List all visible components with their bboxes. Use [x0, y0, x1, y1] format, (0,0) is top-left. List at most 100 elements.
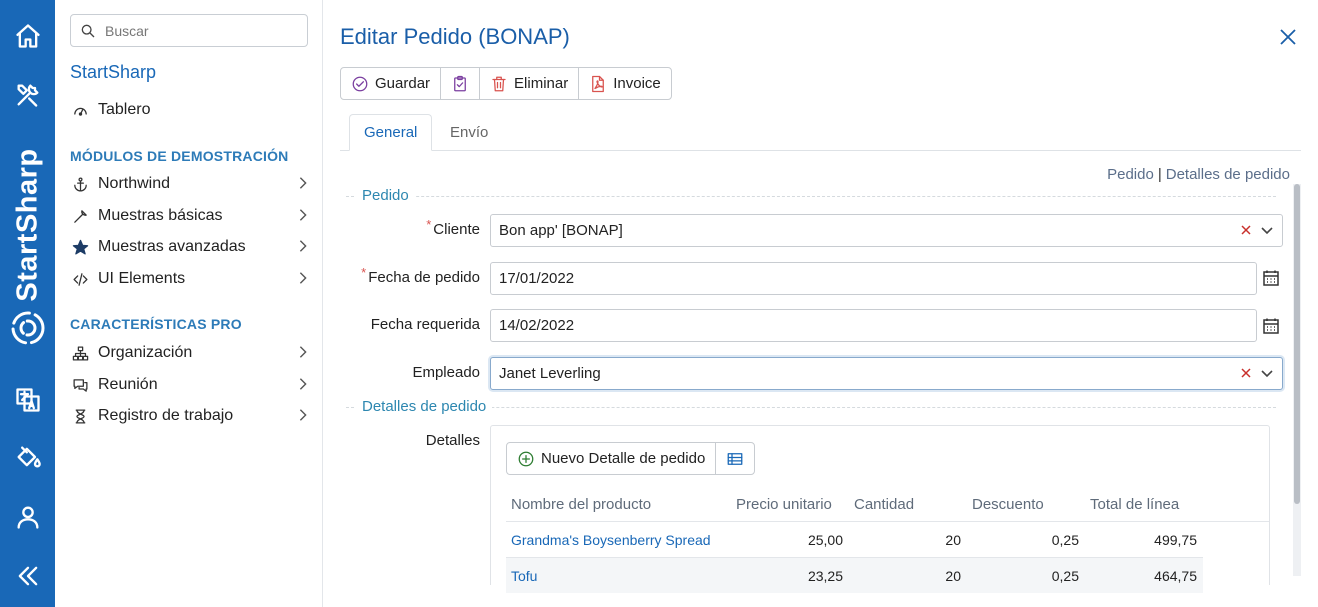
brand-wordmark: StartSharp [11, 148, 44, 302]
calendar-icon[interactable] [1262, 317, 1280, 335]
unit-price-cell: 25,00 [807, 532, 843, 548]
order-dialog: Editar Pedido (BONAP) Guardar Eliminar I… [324, 0, 1318, 607]
section-links: Pedido | Detalles de pedido [1107, 166, 1290, 183]
sidebar-item-dashboard[interactable]: Tablero [70, 97, 310, 123]
required-date-input[interactable]: 14/02/2022 [490, 309, 1257, 342]
sidebar-item-label: Muestras básicas [98, 207, 223, 224]
fieldset-legend: Detalles de pedido [356, 398, 493, 415]
employee-select[interactable]: Janet Leverling [490, 357, 1283, 390]
sidebar-item-label: Tablero [98, 101, 151, 118]
app: StartSharp StartSharp Tablero MÓDULOS DE… [0, 0, 1318, 607]
customer-label: * Cliente [426, 217, 480, 238]
dialog-title: Editar Pedido (BONAP) [340, 24, 570, 49]
col-header-discount[interactable]: Descuento [972, 496, 1044, 513]
dialog-tabs: General Envío [340, 114, 1301, 151]
clipboard-check-icon [454, 75, 466, 91]
order-date-label: * Fecha de pedido [361, 265, 480, 286]
dashboard-icon [70, 100, 90, 120]
calendar-icon[interactable] [1262, 269, 1280, 287]
wrench-icon [70, 206, 90, 226]
grid-toolbar: Nuevo Detalle de pedido [506, 442, 756, 475]
collapse-icon[interactable] [0, 556, 55, 596]
chevron-right-icon [296, 408, 310, 422]
search-input[interactable] [105, 22, 295, 39]
org-chart-icon [70, 343, 90, 363]
user-icon[interactable] [0, 497, 55, 537]
pdf-file-icon [592, 75, 605, 92]
sidebar-item-northwind[interactable]: Northwind [70, 171, 310, 197]
clear-icon[interactable] [1240, 366, 1252, 378]
order-date-input[interactable]: 17/01/2022 [490, 262, 1257, 295]
sidebar-item-advanced-samples[interactable]: Muestras avanzadas [70, 234, 310, 260]
close-icon[interactable] [1277, 26, 1299, 48]
table-row: Grandma's Boysenberry Spread 25,00 20 0,… [506, 521, 1269, 557]
section-demo-modules: MÓDULOS DE DEMOSTRACIÓN [70, 148, 289, 164]
hourglass-icon [70, 406, 90, 426]
sidebar-item-label: Muestras avanzadas [98, 238, 246, 255]
sidebar-item-label: Northwind [98, 175, 171, 192]
chevron-right-icon [296, 271, 310, 285]
tab-shipping[interactable]: Envío [436, 114, 502, 151]
star-icon [70, 237, 90, 257]
quantity-cell: 20 [945, 532, 961, 548]
paint-bucket-icon[interactable] [0, 437, 55, 477]
sidebar-item-work-log[interactable]: Registro de trabajo [70, 403, 310, 429]
fieldset-order: Pedido [346, 187, 1276, 204]
col-header-product[interactable]: Nombre del producto [511, 496, 651, 513]
col-header-quantity[interactable]: Cantidad [854, 496, 914, 513]
search-icon [81, 24, 95, 37]
apply-button[interactable] [441, 68, 481, 99]
table-icon [727, 452, 743, 465]
new-detail-button[interactable]: Nuevo Detalle de pedido [507, 443, 717, 474]
trash-icon [492, 76, 506, 91]
customer-select[interactable]: Bon app' [BONAP] [490, 214, 1283, 247]
details-label: Detalles [425, 432, 480, 449]
sidebar-item-ui-elements[interactable]: UI Elements [70, 266, 310, 292]
clear-icon[interactable] [1240, 223, 1252, 235]
chevron-down-icon[interactable] [1260, 366, 1274, 380]
save-button[interactable]: Guardar [341, 68, 442, 99]
col-header-unit-price[interactable]: Precio unitario [736, 496, 832, 513]
tools-icon[interactable] [0, 75, 55, 115]
tab-general[interactable]: General [349, 114, 433, 151]
link-order-details[interactable]: Detalles de pedido [1166, 166, 1290, 183]
col-header-line-total[interactable]: Total de línea [1090, 496, 1179, 513]
chevron-down-icon[interactable] [1260, 223, 1274, 237]
chevron-right-icon [296, 239, 310, 253]
column-picker-button[interactable] [716, 443, 754, 474]
fieldset-legend: Pedido [356, 187, 415, 204]
required-date-label: Fecha requerida [370, 316, 480, 333]
employee-label: Empleado [412, 364, 480, 381]
table-row: Tofu 23,25 20 0,25 464,75 [506, 557, 1203, 593]
quantity-cell: 20 [945, 568, 961, 584]
line-total-cell: 499,75 [1154, 532, 1197, 548]
scrollbar[interactable] [1293, 184, 1301, 576]
sidebar-item-label: UI Elements [98, 270, 186, 287]
sidebar: StartSharp Tablero MÓDULOS DE DEMOSTRACI… [55, 0, 323, 607]
chevron-right-icon [296, 208, 310, 222]
sidebar-item-meeting[interactable]: Reunión [70, 372, 310, 398]
discount-cell: 0,25 [1051, 532, 1079, 548]
product-link[interactable]: Grandma's Boysenberry Spread [511, 532, 711, 548]
product-link[interactable]: Tofu [511, 568, 537, 584]
sidebar-title: StartSharp [70, 62, 157, 82]
code-icon [70, 269, 90, 289]
section-pro-features: CARACTERÍSTICAS PRO [70, 316, 242, 332]
check-circle-icon [352, 76, 368, 91]
search-box[interactable] [70, 14, 308, 47]
scrollbar-thumb[interactable] [1294, 184, 1300, 504]
chevron-right-icon [296, 176, 310, 190]
details-grid: Nuevo Detalle de pedido Nombre del produ… [490, 425, 1270, 593]
translate-icon[interactable] [0, 380, 55, 420]
brand-logo-icon [10, 310, 46, 346]
line-total-cell: 464,75 [1154, 568, 1197, 584]
sidebar-item-basic-samples[interactable]: Muestras básicas [70, 203, 310, 229]
home-icon[interactable] [0, 16, 55, 56]
chat-icon [70, 375, 90, 395]
sidebar-item-organization[interactable]: Organización [70, 340, 310, 366]
invoice-button[interactable]: Invoice [579, 68, 671, 99]
sidebar-item-label: Organización [98, 344, 193, 361]
link-order[interactable]: Pedido [1107, 166, 1154, 183]
delete-button[interactable]: Eliminar [480, 68, 580, 99]
dialog-toolbar: Guardar Eliminar Invoice [340, 67, 672, 100]
